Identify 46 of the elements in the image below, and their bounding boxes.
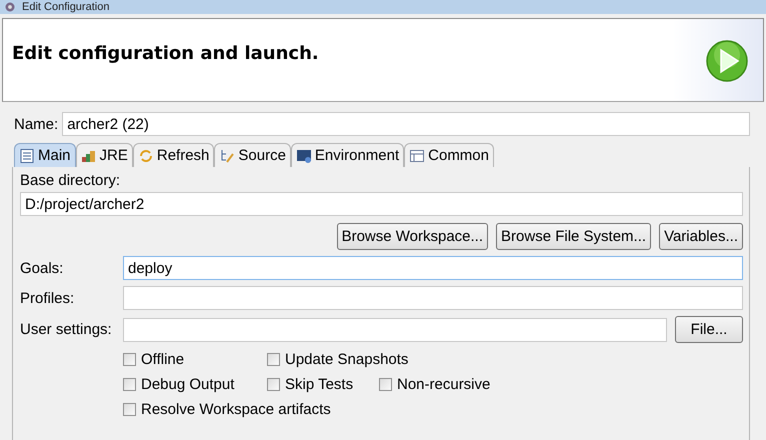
tab[interactable]: Common: [404, 143, 494, 167]
dialog-title: Edit configuration and launch.: [12, 43, 319, 64]
tab[interactable]: Refresh: [132, 143, 214, 167]
option-label: Update Snapshots: [285, 350, 408, 368]
profiles-field[interactable]: [123, 286, 743, 310]
tab[interactable]: JRE: [76, 143, 133, 167]
window-icon: [296, 148, 312, 164]
goals-label: Goals:: [20, 260, 64, 276]
base-directory-label: Base directory:: [20, 172, 122, 189]
user-settings-label: User settings:: [20, 321, 113, 338]
checkbox[interactable]: [379, 378, 392, 390]
play-icon: [705, 39, 749, 83]
option-label: Non-recursive: [397, 376, 490, 392]
window-title: Edit Configuration: [22, 1, 110, 13]
user-settings-field[interactable]: [123, 318, 667, 342]
refresh-icon: [138, 148, 154, 164]
profiles-label: Profiles:: [20, 290, 76, 306]
browse-button[interactable]: Variables...: [659, 223, 743, 250]
option-label: Skip Tests: [285, 376, 354, 392]
base-directory-field[interactable]: D:/project/archer2: [20, 192, 743, 216]
option-label: Offline: [141, 350, 184, 368]
checkbox[interactable]: [123, 378, 136, 390]
option-label: Debug Output: [141, 376, 234, 392]
option-checkbox[interactable]: Debug Output: [123, 374, 267, 394]
option-label: Resolve Workspace artifacts: [141, 400, 331, 418]
tab[interactable]: Environment: [290, 143, 404, 167]
document-icon: [19, 148, 35, 164]
option-checkbox[interactable]: Offline: [123, 349, 267, 369]
goals-field[interactable]: deploy: [123, 256, 743, 280]
checkbox[interactable]: [123, 352, 136, 366]
checkbox[interactable]: [267, 378, 280, 390]
option-checkbox[interactable]: Non-recursive: [379, 374, 490, 394]
tab[interactable]: Main: [14, 143, 76, 167]
option-checkbox[interactable]: Update Snapshots: [267, 349, 408, 369]
gear-icon: [4, 1, 16, 13]
name-label: Name:: [14, 116, 58, 132]
option-checkbox[interactable]: Resolve Workspace artifacts: [123, 399, 331, 419]
browse-button[interactable]: Browse Workspace...: [336, 223, 488, 250]
name-field[interactable]: archer2 (22): [62, 112, 750, 136]
option-checkbox[interactable]: Skip Tests: [267, 374, 379, 394]
tab[interactable]: Source: [214, 143, 291, 167]
checkbox[interactable]: [123, 402, 136, 416]
checkbox[interactable]: [267, 352, 280, 366]
file-button[interactable]: File...: [675, 316, 743, 343]
browse-button[interactable]: Browse File System...: [496, 223, 652, 250]
table-icon: [409, 148, 426, 164]
